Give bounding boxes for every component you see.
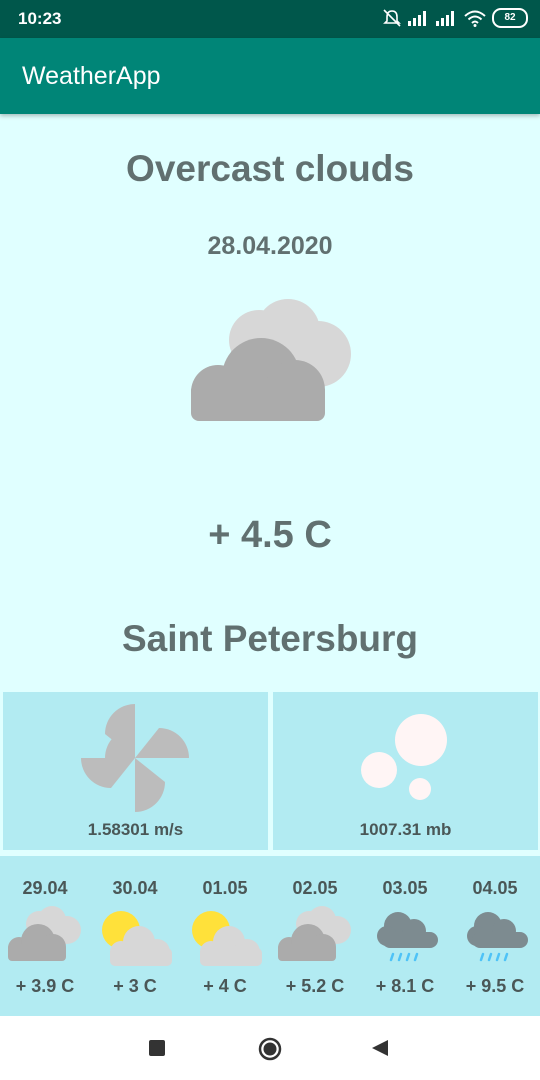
- wind-card: 1.58301 m/s: [3, 692, 268, 850]
- navigation-bar: [0, 1016, 540, 1080]
- forecast-temp: + 8.1 C: [375, 976, 435, 996]
- status-bar: 10:23 82: [0, 0, 540, 38]
- pressure-bubbles-icon: [361, 714, 447, 800]
- forecast-day: 29.04 + 3.9 C: [0, 856, 90, 1016]
- status-time: 10:23: [18, 9, 62, 28]
- forecast-day: 04.05 + 9.5 C: [450, 856, 540, 1016]
- partly-cloudy-icon: [102, 911, 172, 966]
- forecast-date: 04.05: [472, 878, 518, 898]
- wind-fan-icon: [81, 704, 189, 812]
- weather-condition: Overcast clouds: [126, 148, 414, 189]
- current-temperature: + 4.5 C: [208, 514, 332, 556]
- wifi-icon: [464, 10, 486, 27]
- recent-apps-button[interactable]: [148, 1039, 166, 1057]
- overcast-clouds-icon: [8, 906, 81, 961]
- forecast-temp: + 3 C: [113, 976, 157, 996]
- forecast-day: 01.05 + 4 C: [180, 856, 270, 1016]
- rain-icon: [467, 912, 528, 962]
- forecast-temp: + 3.9 C: [15, 976, 75, 996]
- muted-bell-icon: [383, 9, 401, 27]
- status-icons: 82: [382, 8, 528, 28]
- pressure-value: 1007.31 mb: [359, 820, 452, 839]
- forecast-date: 30.04: [112, 878, 158, 898]
- forecast-temp: + 5.2 C: [285, 976, 345, 996]
- wind-speed: 1.58301 m/s: [87, 820, 184, 839]
- pressure-card: 1007.31 mb: [273, 692, 538, 850]
- forecast-date: 01.05: [202, 878, 248, 898]
- overcast-clouds-icon: [191, 299, 351, 421]
- forecast-day: 03.05 + 8.1 C: [360, 856, 450, 1016]
- forecast-date: 03.05: [382, 878, 428, 898]
- forecast-date: 29.04: [22, 878, 68, 898]
- app-title: WeatherApp: [22, 62, 161, 90]
- app-bar: WeatherApp: [0, 38, 540, 114]
- city-name: Saint Petersburg: [121, 618, 419, 659]
- forecast-day: 30.04 + 3 C: [90, 856, 180, 1016]
- back-button[interactable]: [370, 1038, 390, 1058]
- forecast-date: 02.05: [292, 878, 338, 898]
- home-button[interactable]: [257, 1036, 283, 1062]
- overcast-clouds-icon: [278, 906, 351, 961]
- weather-date: 28.04.2020: [207, 232, 333, 260]
- signal-icon: [436, 11, 454, 26]
- signal-icon: [408, 11, 426, 26]
- battery-indicator: 82: [492, 8, 528, 28]
- partly-cloudy-icon: [192, 911, 262, 966]
- forecast-day: 02.05 + 5.2 C: [270, 856, 360, 1016]
- forecast-strip: 29.04 + 3.9 C 30.04 + 3 C 01.05 + 4 C 02…: [0, 856, 540, 1016]
- forecast-temp: + 9.5 C: [465, 976, 525, 996]
- forecast-temp: + 4 C: [203, 976, 247, 996]
- rain-icon: [377, 912, 438, 962]
